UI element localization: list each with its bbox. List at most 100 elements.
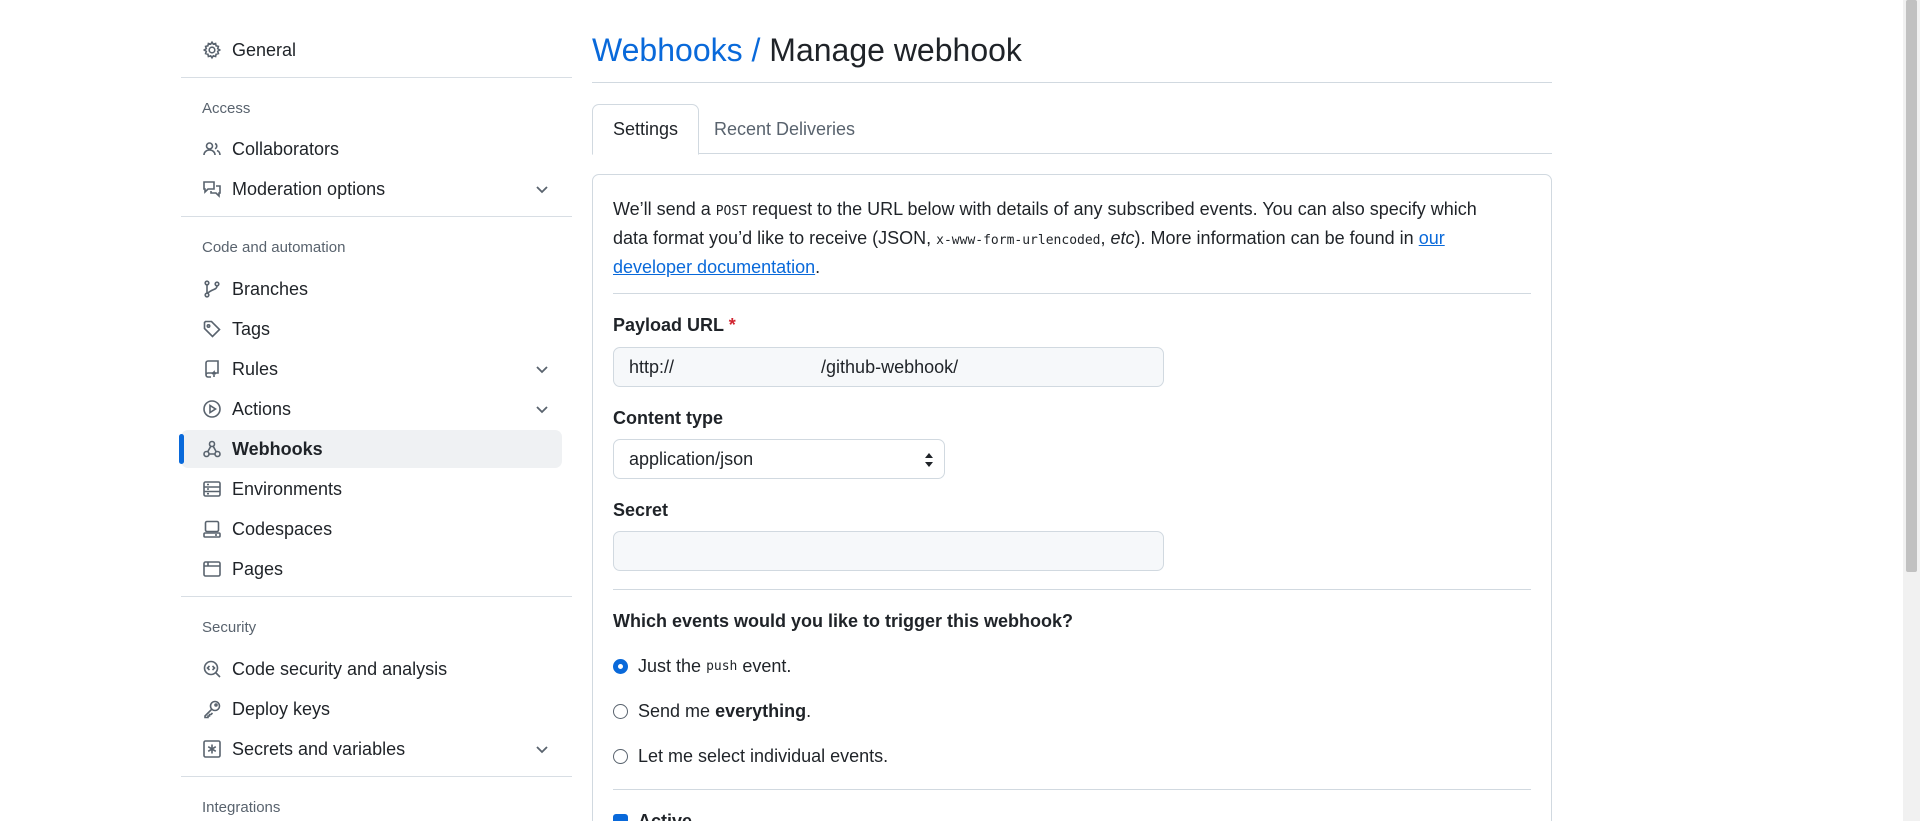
section-divider xyxy=(613,293,1531,294)
radio-button-selected[interactable] xyxy=(613,659,628,674)
webhook-icon xyxy=(202,439,222,459)
payload-url-label-text: Payload URL xyxy=(613,315,724,335)
radio-push-event[interactable]: Just the push event. xyxy=(613,656,791,677)
sidebar-item-webhooks[interactable]: Webhooks xyxy=(179,430,562,468)
sidebar-item-label: Tags xyxy=(232,318,271,339)
sidebar-item-collaborators[interactable]: Collaborators xyxy=(181,130,562,168)
radio-everything[interactable]: Send me everything. xyxy=(613,701,811,722)
sidebar-item-pages[interactable]: Pages xyxy=(181,550,562,588)
active-label: Active xyxy=(638,811,693,821)
chevron-down-icon[interactable] xyxy=(532,399,552,419)
sidebar-item-secrets-variables[interactable]: Secrets and variables xyxy=(181,730,562,768)
radio-button[interactable] xyxy=(613,749,628,764)
repo-push-icon xyxy=(202,359,222,379)
sidebar-item-label: Environments xyxy=(232,478,343,499)
section-divider xyxy=(613,589,1531,590)
sidebar-item-tags[interactable]: Tags xyxy=(181,310,562,348)
select-arrows-icon xyxy=(925,453,933,467)
page-title: Webhooks / Manage webhook xyxy=(592,32,1022,69)
payload-url-prefix: http:// xyxy=(629,356,675,377)
content-type-select[interactable]: application/json xyxy=(613,439,945,479)
title-divider xyxy=(592,82,1552,83)
webhook-form-panel: We’ll send a POST request to the URL bel… xyxy=(592,174,1552,821)
browser-icon xyxy=(202,559,222,579)
page-title-text: Manage webhook xyxy=(769,32,1022,68)
sidebar-item-label: Secrets and variables xyxy=(232,738,406,759)
sidebar-item-label: General xyxy=(232,39,297,60)
sidebar-item-label: Rules xyxy=(232,358,279,379)
content-type-label: Content type xyxy=(613,408,723,428)
group-heading-security: Security xyxy=(202,619,257,636)
sidebar-item-label: Webhooks xyxy=(232,438,323,459)
tab-settings[interactable]: Settings xyxy=(592,104,700,155)
tag-icon xyxy=(202,319,222,339)
server-icon xyxy=(202,479,222,499)
radio-label-part: Send me xyxy=(638,701,711,721)
tab-recent-deliveries[interactable]: Recent Deliveries xyxy=(694,104,875,154)
intro-text: We’ll send a POST request to the URL bel… xyxy=(613,196,1513,280)
payload-url-suffix: /github-webhook/ xyxy=(821,356,959,377)
sidebar-item-code-security[interactable]: Code security and analysis xyxy=(181,650,562,688)
active-checkbox-row[interactable]: Active xyxy=(613,811,692,821)
radio-label-part: . xyxy=(806,701,812,721)
active-checkbox[interactable] xyxy=(613,814,628,821)
divider xyxy=(181,216,572,217)
tab-bar: Settings Recent Deliveries xyxy=(592,104,1552,155)
sidebar-item-label: Branches xyxy=(232,278,309,299)
radio-label: Let me select individual events. xyxy=(638,746,889,766)
breadcrumb-webhooks-link[interactable]: Webhooks xyxy=(592,32,743,68)
sidebar-item-actions[interactable]: Actions xyxy=(181,390,562,428)
intro-code-urlencoded: x-www-form-urlencoded xyxy=(936,233,1101,248)
sidebar-item-codespaces[interactable]: Codespaces xyxy=(181,510,562,548)
payload-url-label: Payload URL * xyxy=(613,315,736,336)
content-type-value: application/json xyxy=(629,448,754,469)
people-icon xyxy=(202,139,222,159)
codespaces-icon xyxy=(202,519,222,539)
sidebar-item-label: Pages xyxy=(232,558,284,579)
scrollbar-thumb[interactable] xyxy=(1906,0,1917,572)
radio-label-part: event. xyxy=(742,656,792,676)
group-heading-integrations: Integrations xyxy=(202,799,281,816)
required-asterisk: * xyxy=(728,315,736,335)
sidebar-item-general[interactable]: General xyxy=(181,31,562,69)
divider xyxy=(181,77,572,78)
secret-input[interactable] xyxy=(613,531,1164,571)
play-icon xyxy=(202,399,222,419)
asterisk-icon xyxy=(202,739,222,759)
codescan-icon xyxy=(202,659,222,679)
breadcrumb-separator: / xyxy=(751,32,761,68)
intro-text-part: , xyxy=(1100,228,1111,248)
git-branch-icon xyxy=(202,279,222,299)
sidebar-item-branches[interactable]: Branches xyxy=(181,270,562,308)
sidebar-item-label: Moderation options xyxy=(232,178,386,199)
vertical-scrollbar[interactable] xyxy=(1903,0,1920,821)
sidebar-item-label: Codespaces xyxy=(232,518,333,539)
chevron-down-icon[interactable] xyxy=(532,739,552,759)
radio-label-code: push xyxy=(706,659,738,674)
comment-discussion-icon xyxy=(202,179,222,199)
radio-button[interactable] xyxy=(613,704,628,719)
group-heading-code-automation: Code and automation xyxy=(202,239,346,256)
events-question: Which events would you like to trigger t… xyxy=(613,611,1074,631)
sidebar-item-deploy-keys[interactable]: Deploy keys xyxy=(181,690,562,728)
payload-url-input[interactable]: http:// /github-webhook/ xyxy=(613,347,1164,387)
key-icon xyxy=(202,699,222,719)
intro-text-part: We’ll send a xyxy=(613,199,716,219)
sidebar-item-label: Collaborators xyxy=(232,138,340,159)
divider xyxy=(181,596,572,597)
intro-text-part: . xyxy=(815,257,821,277)
chevron-down-icon[interactable] xyxy=(532,179,552,199)
sidebar-item-environments[interactable]: Environments xyxy=(181,470,562,508)
sidebar-item-moderation-options[interactable]: Moderation options xyxy=(181,170,562,208)
radio-individual-events[interactable]: Let me select individual events. xyxy=(613,746,888,767)
divider xyxy=(181,776,572,777)
chevron-down-icon[interactable] xyxy=(532,359,552,379)
sidebar-item-label: Code security and analysis xyxy=(232,658,448,679)
sidebar-item-label: Deploy keys xyxy=(232,698,331,719)
radio-label-bold: everything xyxy=(715,701,807,721)
intro-etc: etc xyxy=(1110,228,1135,248)
gear-icon xyxy=(202,40,222,60)
intro-text-part: ). More information can be found in xyxy=(1134,228,1419,248)
sidebar-item-rules[interactable]: Rules xyxy=(181,350,562,388)
secret-label: Secret xyxy=(613,500,669,520)
